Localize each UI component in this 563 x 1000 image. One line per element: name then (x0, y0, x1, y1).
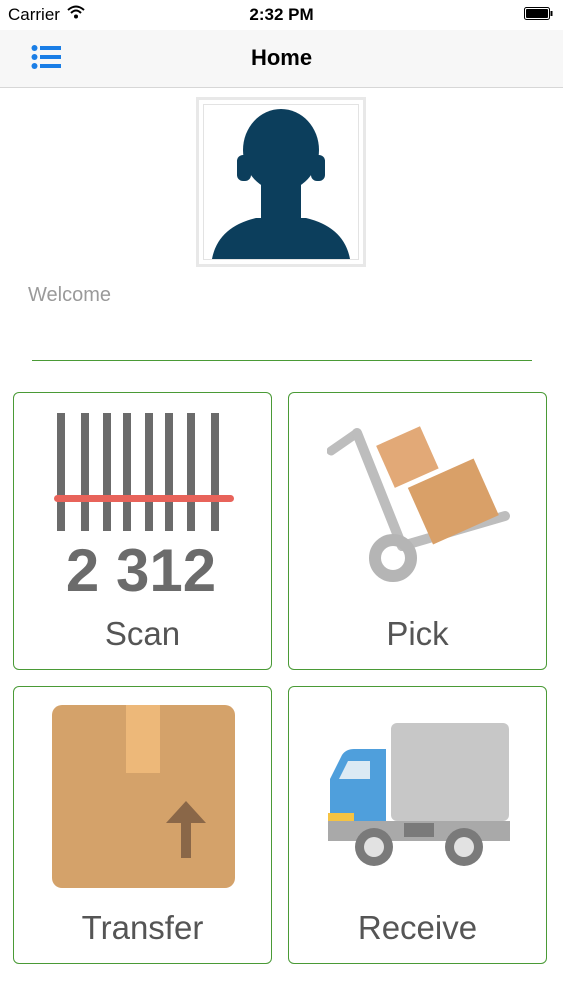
status-bar: Carrier 2:32 PM (0, 0, 563, 30)
page-title: Home (250, 45, 313, 70)
package-upload-icon (52, 705, 235, 888)
status-time: 2:32 PM (249, 5, 314, 24)
battery-icon (524, 7, 553, 20)
transfer-tile[interactable]: Transfer (13, 686, 272, 964)
delivery-truck-icon (328, 723, 510, 866)
hand-truck-icon (327, 426, 510, 582)
avatar[interactable] (196, 97, 366, 267)
receive-tile[interactable]: Receive (288, 686, 547, 964)
receive-label: Receive (357, 909, 478, 946)
welcome-input[interactable] (32, 318, 532, 361)
welcome-label: Welcome (28, 284, 111, 306)
transfer-label: Transfer (81, 909, 204, 946)
pick-tile[interactable]: Pick (288, 392, 547, 670)
nav-bar: Home (0, 30, 563, 88)
barcode-icon: 2 312 (54, 413, 234, 596)
person-silhouette-icon (212, 109, 350, 259)
avatar-image (203, 104, 359, 260)
pick-label: Pick (386, 615, 449, 652)
scan-tile[interactable]: 2 312 Scan (13, 392, 272, 670)
scan-label: Scan (104, 615, 181, 652)
barcode-digits: 2 312 (66, 537, 216, 596)
